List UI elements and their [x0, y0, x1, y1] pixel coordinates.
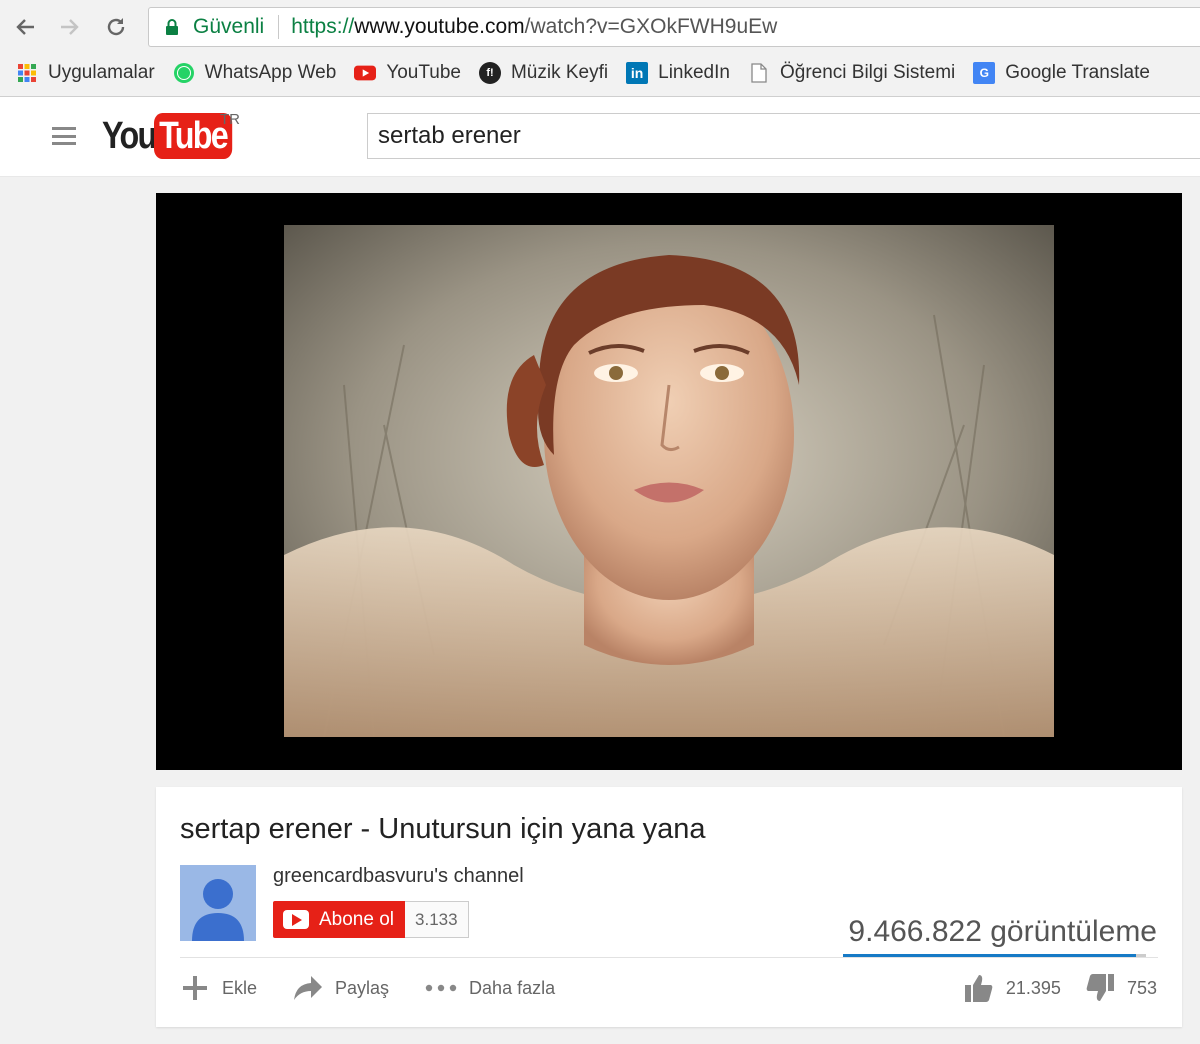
add-label: Ekle: [222, 977, 258, 998]
lock-icon: [166, 19, 178, 35]
share-label: Paylaş: [335, 977, 390, 998]
dislike-button[interactable]: 753: [1085, 973, 1157, 1003]
share-arrow-icon: [294, 976, 323, 1000]
default-user-icon: [192, 879, 244, 941]
subscribe-button[interactable]: Abone ol 3.133: [273, 901, 469, 938]
bookmark-muzik-keyfi[interactable]: f! Müzik Keyfi: [478, 62, 609, 84]
like-button[interactable]: 21.395: [964, 973, 1061, 1003]
bookmark-label: Öğrenci Bilgi Sistemi: [779, 62, 956, 83]
forward-arrow-icon: [61, 19, 79, 35]
share-button[interactable]: Paylaş: [293, 975, 389, 1001]
bookmarks-bar: Uygulamalar WhatsApp Web YouTube f! Müzi…: [0, 55, 1200, 91]
bookmark-linkedin[interactable]: in LinkedIn: [626, 62, 730, 84]
more-label: Daha fazla: [469, 977, 556, 998]
video-player[interactable]: [156, 193, 1182, 770]
bookmark-label: LinkedIn: [658, 62, 730, 83]
page-icon: [748, 62, 770, 84]
subscribe-label: Abone ol: [319, 908, 395, 930]
youtube-logo[interactable]: You Tube TR: [102, 111, 246, 159]
action-bar: Ekle Paylaş Daha fazla: [180, 973, 591, 1003]
logo-you: You: [102, 114, 157, 157]
guide-menu-icon[interactable]: [52, 127, 76, 145]
linkedin-icon: in: [626, 62, 649, 84]
search-input[interactable]: sertab erener: [367, 113, 1200, 159]
channel-avatar[interactable]: [180, 865, 256, 941]
url-host: www.youtube.com: [354, 15, 525, 38]
url-text: https://www.youtube.com/watch?v=GXOkFWH9…: [291, 15, 777, 39]
bookmark-whatsapp[interactable]: WhatsApp Web: [173, 62, 337, 84]
bookmark-uygulamalar[interactable]: Uygulamalar: [16, 62, 155, 84]
url-path: /watch?v=GXOkFWH9uEw: [524, 15, 778, 38]
info-divider: [180, 957, 1158, 958]
reload-button[interactable]: [101, 12, 131, 42]
thumbs-up-icon: [964, 975, 993, 1002]
back-button[interactable]: [10, 12, 40, 42]
bookmark-youtube[interactable]: YouTube: [354, 62, 461, 84]
muzik-keyfi-icon: f!: [478, 62, 501, 84]
apps-grid-icon: [16, 62, 38, 84]
google-translate-icon: G: [973, 62, 996, 84]
security-label: Güvenli: [193, 15, 265, 38]
video-info-card: sertap erener - Unutursun için yana yana…: [156, 787, 1182, 1027]
thumbs-down-icon: [1086, 974, 1114, 1001]
url-scheme: https://: [291, 15, 355, 38]
video-title: sertap erener - Unutursun için yana yana: [180, 813, 706, 845]
youtube-icon: [354, 62, 377, 84]
plus-icon: [183, 976, 207, 1000]
bookmark-label: Google Translate: [1005, 62, 1150, 83]
youtube-header: You Tube TR sertab erener: [0, 97, 1200, 177]
logo-country-code: TR: [220, 111, 240, 128]
bookmark-ogrenci-bilgi-sistemi[interactable]: Öğrenci Bilgi Sistemi: [748, 62, 955, 84]
add-to-button[interactable]: Ekle: [180, 973, 257, 1003]
whatsapp-icon: [173, 62, 195, 84]
bookmark-label: YouTube: [386, 62, 461, 83]
bookmark-google-translate[interactable]: G Google Translate: [973, 62, 1150, 84]
rating-controls: 21.395 753: [940, 973, 1157, 1003]
like-count: 21.395: [1005, 977, 1061, 998]
bookmark-label: Uygulamalar: [48, 62, 155, 83]
play-icon: [283, 910, 309, 929]
more-dots-icon: [425, 984, 457, 992]
reload-icon: [107, 18, 125, 36]
address-separator: [278, 15, 280, 39]
channel-name[interactable]: greencardbasvuru's channel: [273, 865, 524, 888]
bookmark-label: Müzik Keyfi: [510, 62, 609, 83]
video-frame: [284, 225, 1054, 737]
forward-button[interactable]: [55, 12, 85, 42]
address-bar[interactable]: Güvenli https://www.youtube.com/watch?v=…: [148, 7, 1200, 47]
security-indicator[interactable]: Güvenli: [149, 15, 264, 39]
bookmark-label: WhatsApp Web: [204, 62, 337, 83]
subscribe-action[interactable]: Abone ol: [273, 901, 406, 938]
more-actions-button[interactable]: Daha fazla: [425, 978, 555, 999]
view-count: 9.466.822 görüntüleme: [848, 915, 1157, 948]
subscriber-count: 3.133: [405, 901, 469, 938]
video-still-image: [284, 225, 1054, 737]
back-arrow-icon: [16, 19, 34, 35]
browser-chrome: Güvenli https://www.youtube.com/watch?v=…: [0, 0, 1200, 97]
dislike-count: 753: [1126, 977, 1157, 998]
